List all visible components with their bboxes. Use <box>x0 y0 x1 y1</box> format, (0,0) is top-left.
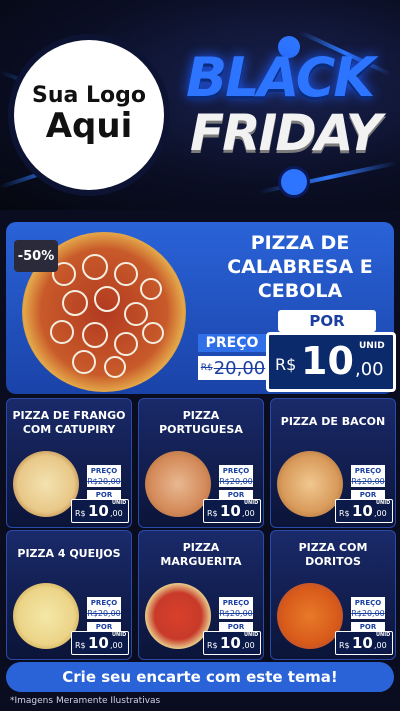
card-price-integer: 10 <box>352 502 373 520</box>
product-card[interactable]: PIZZA PORTUGUESA PREÇO R$20,00 POR R$ 10… <box>138 398 264 528</box>
card-pizza-image <box>145 583 211 649</box>
card-price-integer: 10 <box>220 634 241 652</box>
card-pizza-image <box>277 451 343 517</box>
card-currency: R$ <box>207 641 218 650</box>
card-preco-label: PREÇO <box>351 597 385 608</box>
price-currency: R$ <box>275 355 297 374</box>
card-old-price: R$20,00 <box>87 608 121 619</box>
discount-badge: -50% <box>14 240 58 272</box>
card-old-price: R$20,00 <box>351 608 385 619</box>
featured-title: PIZZA DE CALABRESA E CEBOLA <box>227 232 373 302</box>
card-price: R$ 10 UNID ,00 <box>71 499 129 523</box>
card-preco-label: PREÇO <box>87 465 121 476</box>
black-text: BLACK <box>186 46 375 109</box>
card-old-price: R$20,00 <box>87 476 121 487</box>
card-price: R$ 10 UNID ,00 <box>203 631 261 655</box>
card-title: PIZZA DE BACON <box>280 415 386 428</box>
card-currency: R$ <box>339 641 350 650</box>
card-title: PIZZA COM DORITOS <box>298 541 368 569</box>
card-price-decimal: ,00 <box>110 641 123 650</box>
product-card[interactable]: PIZZA MARGUERITA PREÇO R$20,00 POR R$ 10… <box>138 530 264 660</box>
product-card[interactable]: PIZZA DE FRANGO COM CATUPIRY PREÇO R$20,… <box>6 398 132 528</box>
card-preco-label: PREÇO <box>87 597 121 608</box>
card-currency: R$ <box>75 509 86 518</box>
card-price: R$ 10 UNID ,00 <box>71 631 129 655</box>
product-card[interactable]: PIZZA 4 QUEIJOS PREÇO R$20,00 POR R$ 10 … <box>6 530 132 660</box>
price-integer: 10 <box>301 339 354 383</box>
card-currency: R$ <box>207 509 218 518</box>
product-card[interactable]: PIZZA DE BACON PREÇO R$20,00 POR R$ 10 U… <box>270 398 396 528</box>
price-decimal: ,00 <box>355 359 384 380</box>
card-old-price: R$20,00 <box>219 476 253 487</box>
card-unit: UNID <box>376 500 391 506</box>
card-old-price: R$20,00 <box>351 476 385 487</box>
card-price-decimal: ,00 <box>242 641 255 650</box>
black-friday-title: BLACK FRIDAY <box>180 28 395 198</box>
price-unit: UNID <box>359 341 385 351</box>
card-price-integer: 10 <box>88 634 109 652</box>
preco-label: PREÇO <box>198 334 266 352</box>
card-preco-label: PREÇO <box>351 465 385 476</box>
card-price: R$ 10 UNID ,00 <box>335 499 393 523</box>
friday-text: FRIDAY <box>190 104 382 162</box>
create-flyer-button[interactable]: Crie seu encarte com este tema! <box>6 662 394 692</box>
card-price: R$ 10 UNID ,00 <box>203 499 261 523</box>
card-unit: UNID <box>112 500 127 506</box>
card-unit: UNID <box>112 632 127 638</box>
card-price-integer: 10 <box>352 634 373 652</box>
disclaimer-text: *Imagens Meramente Ilustrativas <box>10 696 161 706</box>
card-pizza-image <box>13 451 79 517</box>
card-price-decimal: ,00 <box>374 509 387 518</box>
old-price: R$ 20,00 <box>198 356 268 380</box>
old-price-currency: R$ <box>200 363 213 373</box>
card-unit: UNID <box>244 500 259 506</box>
card-price-integer: 10 <box>220 502 241 520</box>
logo-placeholder[interactable]: Sua Logo Aqui <box>14 40 164 190</box>
card-preco-label: PREÇO <box>219 465 253 476</box>
logo-line2: Aqui <box>45 106 133 147</box>
card-pizza-image <box>277 583 343 649</box>
card-currency: R$ <box>75 641 86 650</box>
card-old-price: R$20,00 <box>219 608 253 619</box>
card-price: R$ 10 UNID ,00 <box>335 631 393 655</box>
card-title: PIZZA PORTUGUESA <box>159 409 243 437</box>
tag-icon <box>278 166 310 198</box>
card-pizza-image <box>13 583 79 649</box>
card-preco-label: PREÇO <box>219 597 253 608</box>
card-currency: R$ <box>339 509 350 518</box>
card-title: PIZZA 4 QUEIJOS <box>17 547 121 560</box>
card-pizza-image <box>145 451 211 517</box>
card-price-decimal: ,00 <box>242 509 255 518</box>
card-price-integer: 10 <box>88 502 109 520</box>
card-title: PIZZA DE FRANGO COM CATUPIRY <box>12 409 126 437</box>
card-unit: UNID <box>244 632 259 638</box>
por-label: POR <box>278 310 376 332</box>
product-card[interactable]: PIZZA COM DORITOS PREÇO R$20,00 POR R$ 1… <box>270 530 396 660</box>
old-price-value: 20,00 <box>213 357 266 379</box>
card-title: PIZZA MARGUERITA <box>160 541 242 569</box>
card-unit: UNID <box>376 632 391 638</box>
card-price-decimal: ,00 <box>110 509 123 518</box>
featured-price: R$ 10 UNID ,00 <box>266 332 396 392</box>
card-price-decimal: ,00 <box>374 641 387 650</box>
logo-line1: Sua Logo <box>31 83 146 109</box>
